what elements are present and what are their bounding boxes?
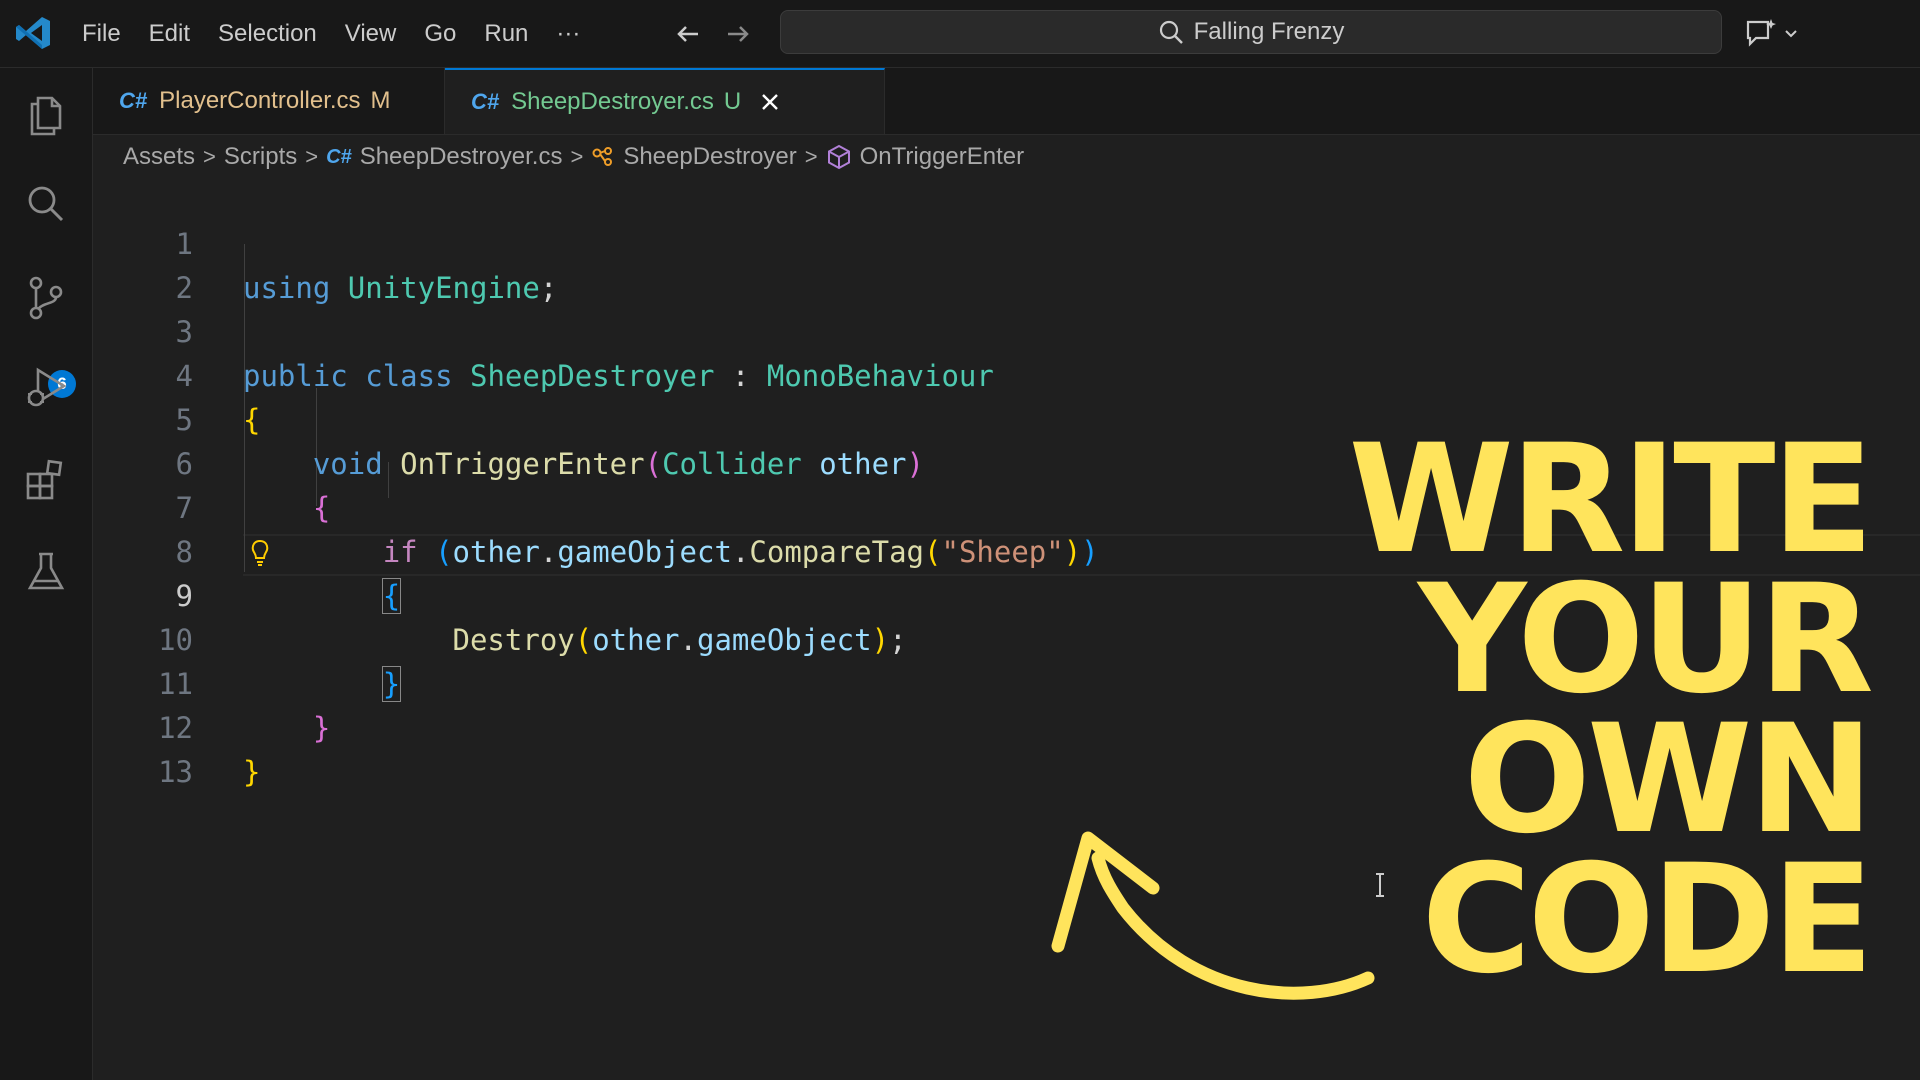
breadcrumb: Assets > Scripts > C# SheepDestroyer.cs … — [123, 140, 1024, 174]
method-symbol-icon — [826, 144, 852, 170]
code-line: 10 } — [93, 574, 1293, 702]
code-line: 4 { — [93, 310, 1293, 437]
vscode-logo-icon[interactable] — [14, 14, 52, 52]
code-line: 12 } — [93, 662, 1293, 789]
breadcrumb-item-method[interactable]: OnTriggerEnter — [860, 143, 1025, 171]
run-debug-icon[interactable] — [22, 364, 70, 412]
copilot-chat-icon — [1746, 19, 1776, 47]
breadcrumb-item-scripts[interactable]: Scripts — [224, 143, 297, 171]
headline-word: YOUR — [1417, 553, 1874, 727]
close-icon[interactable] — [759, 91, 781, 113]
headline-overlay: WRITE YOUR OWN CODE — [1270, 413, 1874, 1007]
code-line: 11 } — [93, 618, 1293, 745]
csharp-file-icon: C# — [119, 88, 148, 113]
activity-bar: 6 — [0, 68, 93, 1080]
menu-view[interactable]: View — [331, 0, 411, 67]
code-line: 8 { — [93, 486, 1293, 614]
tab-label: SheepDestroyer.cs — [511, 88, 714, 115]
menu-bar: File Edit Selection View Go Run ··· — [68, 0, 594, 67]
menu-run[interactable]: Run — [470, 0, 542, 67]
back-arrow-icon[interactable] — [672, 18, 704, 50]
code-line: 1 using UnityEngine; — [93, 178, 1293, 305]
tab-label: PlayerController.cs — [159, 87, 361, 114]
csharp-file-icon: C# — [471, 89, 500, 114]
command-center-text: Falling Frenzy — [1193, 18, 1345, 45]
chevron-right-icon: > — [804, 144, 818, 169]
headline-word: OWN — [1463, 693, 1874, 867]
code-line: 2 — [93, 222, 1293, 305]
code-line: 7 if (other.gameObject.CompareTag("Sheep… — [93, 442, 1293, 569]
code-line: 3 public class SheepDestroyer : MonoBeha… — [93, 266, 1293, 393]
chevron-right-icon: > — [305, 144, 319, 169]
menu-file[interactable]: File — [68, 0, 135, 67]
editor-tab-bar: C# PlayerController.cs M C# SheepDestroy… — [93, 68, 1920, 135]
menu-go[interactable]: Go — [410, 0, 470, 67]
menu-selection[interactable]: Selection — [204, 0, 331, 67]
code-line: 5 void OnTriggerEnter(Collider other) — [93, 354, 1293, 481]
title-bar: File Edit Selection View Go Run ··· Fall… — [0, 0, 1920, 68]
menu-edit[interactable]: Edit — [135, 0, 204, 67]
extensions-icon[interactable] — [22, 456, 70, 504]
source-control-icon[interactable] — [22, 274, 70, 322]
menu-more[interactable]: ··· — [542, 0, 594, 67]
code-line: 13 — [93, 706, 1293, 789]
code-line: 6 { — [93, 398, 1293, 525]
headline-word: WRITE — [1348, 413, 1874, 587]
copilot-chat-button[interactable] — [1744, 16, 1800, 50]
breadcrumb-item-assets[interactable]: Assets — [123, 143, 195, 171]
chevron-right-icon: > — [203, 144, 216, 169]
search-icon — [1159, 20, 1183, 44]
command-center-search[interactable]: Falling Frenzy — [780, 10, 1722, 54]
untracked-indicator: U — [723, 88, 742, 115]
search-icon[interactable] — [22, 180, 70, 228]
breadcrumb-item-file[interactable]: SheepDestroyer.cs — [360, 143, 563, 171]
forward-arrow-icon[interactable] — [722, 18, 754, 50]
tab-sheep-destroyer[interactable]: C# SheepDestroyer.cs U — [445, 68, 885, 134]
tab-player-controller[interactable]: C# PlayerController.cs M — [93, 68, 445, 134]
code-line: 9 Destroy(other.gameObject); — [93, 530, 1293, 657]
modified-indicator: M — [370, 87, 391, 114]
testing-icon[interactable] — [22, 548, 70, 596]
chevron-down-icon — [1785, 30, 1797, 38]
explorer-icon[interactable] — [22, 90, 70, 138]
line-number: 13 — [158, 755, 193, 789]
token: } — [243, 755, 261, 789]
csharp-file-icon: C# — [326, 145, 352, 168]
class-symbol-icon — [591, 145, 615, 169]
breadcrumb-item-class[interactable]: SheepDestroyer — [623, 143, 796, 171]
chevron-right-icon: > — [570, 144, 584, 169]
headline-word: CODE — [1421, 833, 1874, 1007]
